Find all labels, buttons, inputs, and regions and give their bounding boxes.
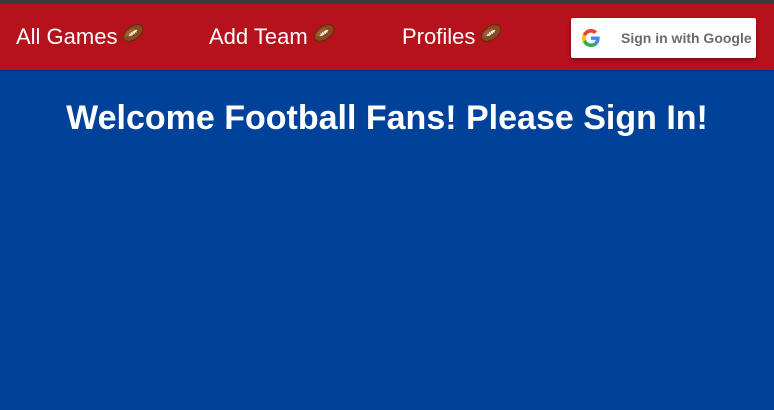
- football-icon: [479, 3, 503, 69]
- football-icon: [312, 3, 336, 69]
- nav-link-all-games[interactable]: All Games: [16, 4, 145, 70]
- nav-link-profiles[interactable]: Profiles: [402, 4, 503, 70]
- nav-link-label: Profiles: [402, 24, 476, 49]
- football-icon: [121, 3, 145, 69]
- nav-link-label: Add Team: [209, 24, 308, 49]
- google-sign-in-label: Sign in with Google: [621, 30, 752, 46]
- google-sign-in-button[interactable]: Sign in with Google: [571, 18, 756, 58]
- navbar: All Games Add Team Profiles Sign in with…: [0, 4, 774, 70]
- page-title: Welcome Football Fans! Please Sign In!: [66, 99, 708, 137]
- google-logo-icon: [582, 29, 600, 47]
- nav-link-add-team[interactable]: Add Team: [209, 4, 336, 70]
- nav-link-label: All Games: [16, 24, 118, 49]
